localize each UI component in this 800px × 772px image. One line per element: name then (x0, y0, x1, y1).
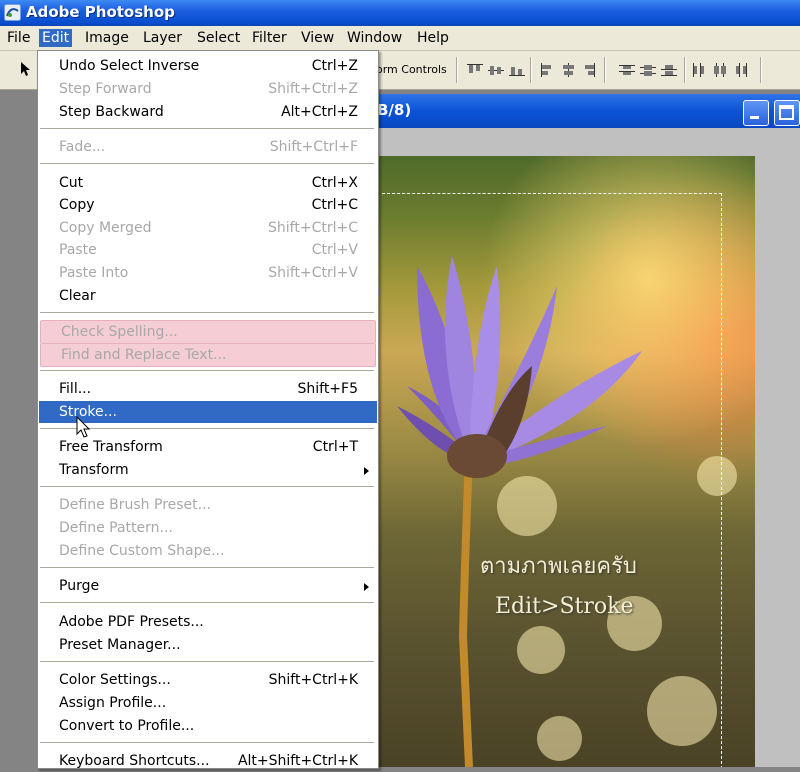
distribute-bottom-edges-icon[interactable] (660, 62, 678, 78)
menu-select[interactable]: Select (194, 29, 243, 47)
menu-item-cut[interactable]: Cut Ctrl+X (39, 172, 377, 194)
menu-item-define-custom-shape[interactable]: Define Custom Shape... (39, 540, 377, 562)
menu-separator (40, 128, 374, 130)
toolbar-separator (604, 57, 606, 83)
canvas-caption-instruction: Edit>Stroke (495, 594, 634, 619)
menu-image[interactable]: Image (82, 29, 132, 47)
minimize-button[interactable] (743, 100, 769, 126)
submenu-arrow-icon (364, 467, 369, 475)
document-title: B/8) (377, 101, 412, 119)
toolbar-separator (684, 57, 686, 83)
menu-item-fill[interactable]: Fill... Shift+F5 (39, 378, 377, 400)
distribute-top-edges-icon[interactable] (618, 62, 636, 78)
maximize-icon (779, 105, 794, 120)
align-right-edges-icon[interactable] (580, 62, 598, 78)
edit-menu-dropdown: Undo Select Inverse Ctrl+Z Step Forward Sh… (37, 50, 379, 769)
distribute-left-edges-icon[interactable] (690, 62, 708, 78)
menu-item-purge[interactable]: Purge (39, 575, 377, 597)
menu-filter[interactable]: Filter (249, 29, 290, 47)
menu-item-keyboard-shortcuts[interactable]: Keyboard Shortcuts... Alt+Shift+Ctrl+K (39, 750, 377, 772)
menu-separator (40, 567, 374, 569)
distribute-vertical-centers-icon[interactable] (639, 62, 657, 78)
app-title-bar: Adobe Photoshop (0, 0, 800, 26)
image-canvas[interactable]: ตามภาพเลยครับ Edit>Stroke (377, 156, 755, 767)
menu-item-check-spelling[interactable]: Check Spelling... (40, 320, 376, 344)
toolbar-separator (456, 57, 458, 83)
menu-separator (40, 163, 374, 165)
menu-item-transform[interactable]: Transform (39, 459, 377, 481)
menu-item-undo-select-inverse[interactable]: Undo Select Inverse Ctrl+Z (39, 55, 377, 77)
app-title: Adobe Photoshop (26, 3, 175, 21)
align-top-edges-icon[interactable] (466, 62, 484, 78)
selection-marquee (382, 193, 722, 767)
menu-item-define-pattern[interactable]: Define Pattern... (39, 517, 377, 539)
menu-help[interactable]: Help (414, 29, 452, 47)
menu-item-step-forward[interactable]: Step Forward Shift+Ctrl+Z (39, 78, 377, 100)
menu-layer[interactable]: Layer (140, 29, 185, 47)
menu-item-convert-to-profile[interactable]: Convert to Profile... (39, 715, 377, 737)
align-left-edges-icon[interactable] (538, 62, 556, 78)
menu-bar: File Edit Image Layer Select Filter View… (0, 26, 800, 51)
distribute-horizontal-centers-icon[interactable] (711, 62, 729, 78)
menu-item-paste-into[interactable]: Paste Into Shift+Ctrl+V (39, 262, 377, 284)
mouse-pointer-icon (76, 416, 91, 438)
maximize-button[interactable] (774, 100, 800, 126)
menu-item-step-backward[interactable]: Step Backward Alt+Ctrl+Z (39, 101, 377, 123)
menu-item-copy-merged[interactable]: Copy Merged Shift+Ctrl+C (39, 217, 377, 239)
menu-separator (40, 370, 374, 372)
align-horizontal-centers-icon[interactable] (559, 62, 577, 78)
toolbar-separator (530, 57, 532, 83)
align-vertical-centers-icon[interactable] (487, 62, 505, 78)
menu-item-color-settings[interactable]: Color Settings... Shift+Ctrl+K (39, 669, 377, 691)
menu-item-paste[interactable]: Paste Ctrl+V (39, 239, 377, 261)
distribute-right-edges-icon[interactable] (732, 62, 750, 78)
minimize-icon (750, 116, 759, 119)
menu-item-copy[interactable]: Copy Ctrl+C (39, 194, 377, 216)
photoshop-app-icon (4, 4, 21, 21)
canvas-caption-thai: ตามภาพเลยครับ (480, 554, 637, 579)
menu-item-define-brush-preset[interactable]: Define Brush Preset... (39, 494, 377, 516)
menu-item-assign-profile[interactable]: Assign Profile... (39, 692, 377, 714)
menu-item-adobe-pdf-presets[interactable]: Adobe PDF Presets... (39, 611, 377, 633)
show-transform-controls-label[interactable]: orm Controls (376, 63, 447, 76)
menu-edit[interactable]: Edit (39, 29, 73, 47)
move-tool-icon[interactable] (20, 61, 34, 77)
menu-file[interactable]: File (4, 29, 33, 47)
menu-item-preset-manager[interactable]: Preset Manager... (39, 634, 377, 656)
menu-separator (40, 602, 374, 604)
menu-item-fade[interactable]: Fade... Shift+Ctrl+F (39, 136, 377, 158)
menu-item-clear[interactable]: Clear (39, 285, 377, 307)
document-title-bar[interactable]: B/8) (377, 94, 800, 128)
menu-separator (40, 742, 374, 744)
menu-separator (40, 486, 374, 488)
toolbar-separator (760, 57, 762, 83)
submenu-arrow-icon (364, 583, 369, 591)
menu-view[interactable]: View (298, 29, 337, 47)
menu-window[interactable]: Window (344, 29, 405, 47)
align-bottom-edges-icon[interactable] (508, 62, 526, 78)
menu-item-find-and-replace-text[interactable]: Find and Replace Text... (40, 343, 376, 367)
menu-separator (40, 312, 374, 314)
menu-separator (40, 661, 374, 663)
